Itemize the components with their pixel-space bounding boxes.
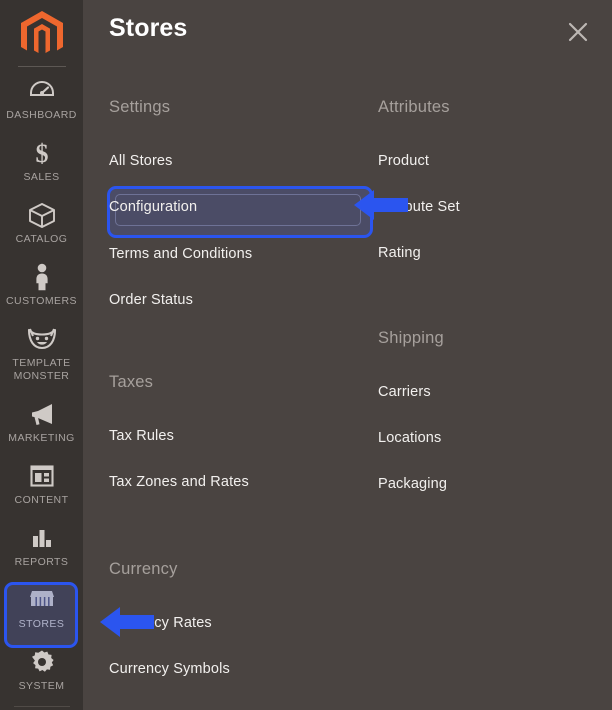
megaphone-icon: [28, 399, 56, 429]
dollar-icon: $: [32, 138, 52, 168]
menu-link-all-stores[interactable]: All Stores: [109, 153, 375, 169]
menu-link-locations[interactable]: Locations: [378, 430, 608, 446]
menu-link-tax-rules[interactable]: Tax Rules: [109, 428, 375, 444]
menu-link-packaging[interactable]: Packaging: [378, 476, 608, 492]
sidebar-item-catalog[interactable]: Catalog: [0, 191, 83, 253]
monster-icon: [26, 324, 58, 354]
bar-chart-icon: [29, 523, 55, 553]
stores-menu-panel: Stores Settings All Stores Configuration…: [83, 0, 612, 710]
sidebar-item-label: Marketing: [8, 432, 75, 444]
sidebar-item-label: Template Monster: [12, 357, 71, 382]
close-icon[interactable]: [562, 16, 594, 48]
storefront-icon: [27, 585, 57, 615]
sidebar-item-template-monster[interactable]: Template Monster: [0, 315, 83, 390]
menu-link-attribute-set[interactable]: Attribute Set: [378, 199, 608, 215]
sidebar-item-label: System: [18, 680, 65, 692]
group-title: Settings: [109, 98, 171, 116]
gear-icon: [29, 647, 55, 677]
menu-link-order-status[interactable]: Order Status: [109, 292, 375, 308]
menu-link-rating[interactable]: Rating: [378, 245, 608, 261]
admin-sidebar: Dashboard $ Sales Catalog Customers Temp…: [0, 0, 83, 710]
sidebar-item-reports[interactable]: Reports: [0, 514, 83, 576]
sidebar-item-label: Sales: [23, 171, 60, 183]
sidebar-item-stores[interactable]: Stores: [0, 576, 83, 638]
menu-group-taxes: Taxes Tax Rules Tax Zones and Rates: [109, 373, 375, 490]
magento-logo[interactable]: [0, 0, 83, 62]
sidebar-item-label: Customers: [6, 295, 77, 307]
sidebar-item-label: Stores: [18, 618, 65, 630]
menu-group-currency: Currency Currency Rates Currency Symbols: [109, 560, 375, 677]
sidebar-item-sales[interactable]: $ Sales: [0, 129, 83, 191]
svg-text:$: $: [35, 139, 48, 167]
menu-link-configuration[interactable]: Configuration: [109, 199, 375, 215]
sidebar-item-label: Reports: [14, 556, 69, 568]
group-title: Taxes: [109, 373, 154, 391]
menu-group-shipping: Shipping Carriers Locations Packaging: [378, 329, 608, 492]
menu-group-attributes: Attributes Product Attribute Set Rating: [378, 98, 608, 261]
menu-link-tax-zones-and-rates[interactable]: Tax Zones and Rates: [109, 474, 375, 490]
group-title: Attributes: [378, 98, 450, 116]
menu-link-product[interactable]: Product: [378, 153, 608, 169]
sidebar-item-customers[interactable]: Customers: [0, 253, 83, 315]
menu-group-settings: Settings All Stores Configuration Terms …: [107, 98, 375, 308]
sidebar-item-label: Dashboard: [6, 109, 77, 121]
box-icon: [28, 200, 56, 230]
menu-link-carriers[interactable]: Carriers: [378, 384, 608, 400]
sidebar-item-label: Catalog: [15, 233, 68, 245]
layout-icon: [29, 461, 55, 491]
gauge-icon: [29, 76, 55, 106]
sidebar-item-system[interactable]: System: [0, 638, 83, 700]
menu-link-currency-symbols[interactable]: Currency Symbols: [109, 661, 375, 677]
menu-link-currency-rates[interactable]: Currency Rates: [109, 615, 375, 631]
group-title: Shipping: [378, 329, 444, 347]
sidebar-item-dashboard[interactable]: Dashboard: [0, 67, 83, 129]
menu-link-terms-and-conditions[interactable]: Terms and Conditions: [109, 246, 375, 262]
sidebar-item-marketing[interactable]: Marketing: [0, 390, 83, 452]
page-title: Stores: [109, 14, 188, 42]
person-icon: [33, 262, 51, 292]
sidebar-divider-bottom: [13, 706, 70, 707]
sidebar-item-label: Content: [14, 494, 69, 506]
group-title: Currency: [109, 560, 178, 578]
sidebar-item-content[interactable]: Content: [0, 452, 83, 514]
panel-header: Stores: [83, 0, 612, 62]
